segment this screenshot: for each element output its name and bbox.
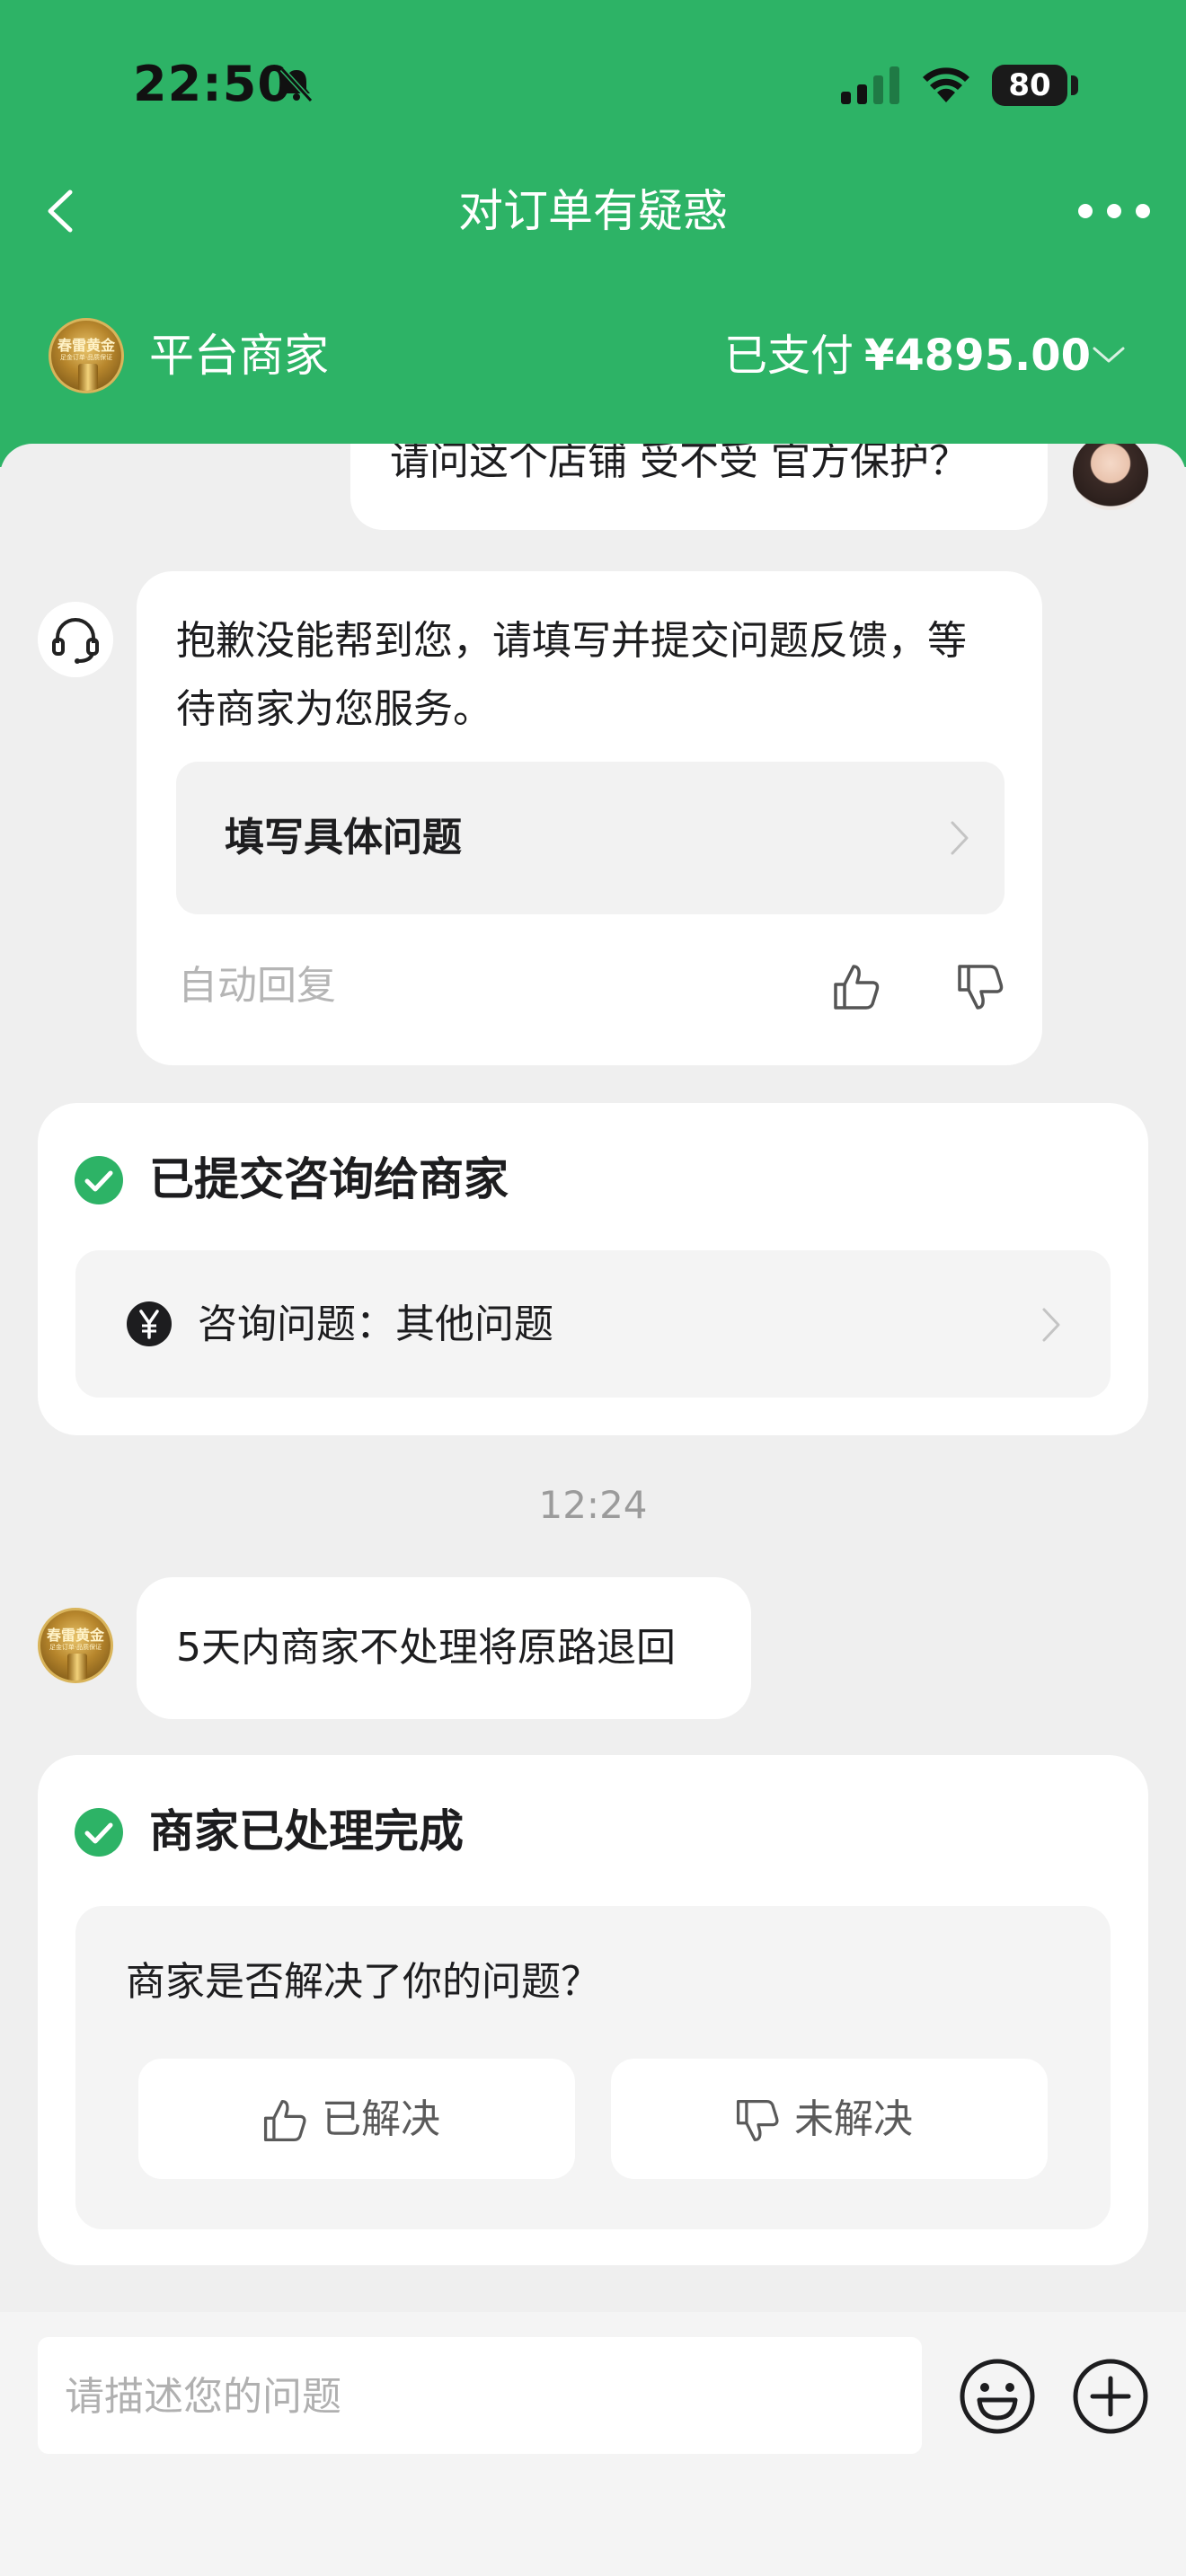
user-avatar[interactable] bbox=[1073, 444, 1148, 510]
merchant-avatar[interactable]: 春雷黄金 足金订单·品质保证 bbox=[49, 318, 124, 393]
fill-problem-button[interactable]: 填写具体问题 bbox=[176, 762, 1005, 914]
wifi-icon bbox=[923, 67, 969, 102]
message-input-container[interactable] bbox=[38, 2337, 922, 2456]
user-message-text: 请问这个店铺 受不受 官方保护？ bbox=[390, 444, 969, 484]
bot-reply-card: 抱歉没能帮到您，请填写并提交问题反馈，等待商家为您服务。 填写具体问题 自动回复 bbox=[137, 571, 1042, 1065]
yen-icon bbox=[127, 1301, 172, 1346]
paid-label[interactable]: 已支付 bbox=[724, 329, 854, 383]
merchant-message-text: 5天内商家不处理将原路退回 bbox=[176, 1625, 676, 1671]
resolved-label: 已解决 bbox=[322, 2096, 440, 2142]
resolve-question-box: 商家是否解决了你的问题？ 已解决 未解决 bbox=[75, 1906, 1111, 2229]
back-arrow-icon[interactable] bbox=[36, 180, 90, 243]
merchant-logo-text: 春雷黄金 bbox=[46, 1627, 104, 1644]
resolve-question-text: 商家是否解决了你的问题？ bbox=[126, 1959, 600, 2005]
input-bar bbox=[0, 2312, 1186, 2576]
page-title: 对订单有疑惑 bbox=[458, 185, 728, 237]
battery-indicator: 80 bbox=[992, 65, 1067, 106]
battery-nub bbox=[1071, 75, 1078, 95]
fill-problem-label: 填写具体问题 bbox=[225, 815, 462, 860]
cellular-signal-icon bbox=[841, 66, 899, 104]
status-bar: 22:50 80 bbox=[0, 0, 1186, 162]
thumbs-down-icon bbox=[736, 2099, 779, 2142]
merchant-logo-text: 春雷黄金 bbox=[57, 337, 115, 354]
merchant-logo-sub: 足金订单·品质保证 bbox=[49, 1644, 102, 1651]
gold-bar-graphic bbox=[67, 1654, 87, 1681]
auto-reply-label: 自动回复 bbox=[178, 963, 336, 1009]
resolved-button[interactable]: 已解决 bbox=[138, 2059, 575, 2179]
customer-service-headset-icon bbox=[38, 602, 113, 677]
merchant-name[interactable]: 平台商家 bbox=[149, 329, 329, 383]
user-message-bubble: 请问这个店铺 受不受 官方保护？ bbox=[350, 444, 1048, 530]
submitted-title: 已提交咨询给商家 bbox=[149, 1153, 509, 1205]
emoji-icon[interactable] bbox=[958, 2357, 1037, 2436]
merchant-avatar[interactable]: 春雷黄金 足金订单·品质保证 bbox=[38, 1608, 113, 1683]
bell-muted-icon bbox=[279, 66, 314, 103]
chevron-down-icon[interactable] bbox=[1089, 341, 1128, 368]
chat-area[interactable]: 请问这个店铺 受不受 官方保护？ 抱歉没能帮到您，请填写并提交问题反馈，等待商家… bbox=[0, 444, 1186, 2312]
status-time: 22:50 bbox=[133, 56, 292, 112]
more-options-icon[interactable] bbox=[1069, 189, 1159, 234]
submitted-inquiry-card: 已提交咨询给商家 咨询问题：其他问题 bbox=[38, 1103, 1148, 1435]
check-circle-icon bbox=[75, 1808, 123, 1857]
thumbs-up-icon[interactable] bbox=[830, 961, 882, 1013]
thumbs-down-icon[interactable] bbox=[954, 961, 1006, 1013]
inquiry-detail-row[interactable]: 咨询问题：其他问题 bbox=[75, 1250, 1111, 1398]
chevron-right-icon bbox=[1042, 1308, 1060, 1342]
message-input[interactable] bbox=[63, 2337, 893, 2456]
thumbs-up-icon bbox=[263, 2099, 306, 2142]
plus-circle-icon[interactable] bbox=[1071, 2357, 1150, 2436]
gold-bar-graphic bbox=[78, 364, 98, 391]
bot-reply-text: 抱歉没能帮到您，请填写并提交问题反馈，等待商家为您服务。 bbox=[176, 618, 967, 732]
check-circle-icon bbox=[75, 1156, 123, 1204]
chevron-right-icon bbox=[951, 821, 969, 855]
merchant-logo-sub: 足金订单·品质保证 bbox=[59, 354, 113, 361]
paid-amount[interactable]: ¥4895.00 bbox=[864, 329, 1091, 383]
processed-card: 商家已处理完成 商家是否解决了你的问题？ 已解决 未解决 bbox=[38, 1755, 1148, 2265]
unresolved-button[interactable]: 未解决 bbox=[611, 2059, 1048, 2179]
processed-title: 商家已处理完成 bbox=[149, 1805, 464, 1857]
inquiry-text: 咨询问题：其他问题 bbox=[198, 1301, 553, 1347]
unresolved-label: 未解决 bbox=[794, 2096, 913, 2142]
message-timestamp: 12:24 bbox=[538, 1483, 648, 1527]
header: 22:50 80 对订单有疑惑 春雷黄金 足金订单·品质保证 平台商家 已支付 … bbox=[0, 0, 1186, 467]
merchant-message-bubble: 5天内商家不处理将原路退回 bbox=[137, 1577, 751, 1719]
